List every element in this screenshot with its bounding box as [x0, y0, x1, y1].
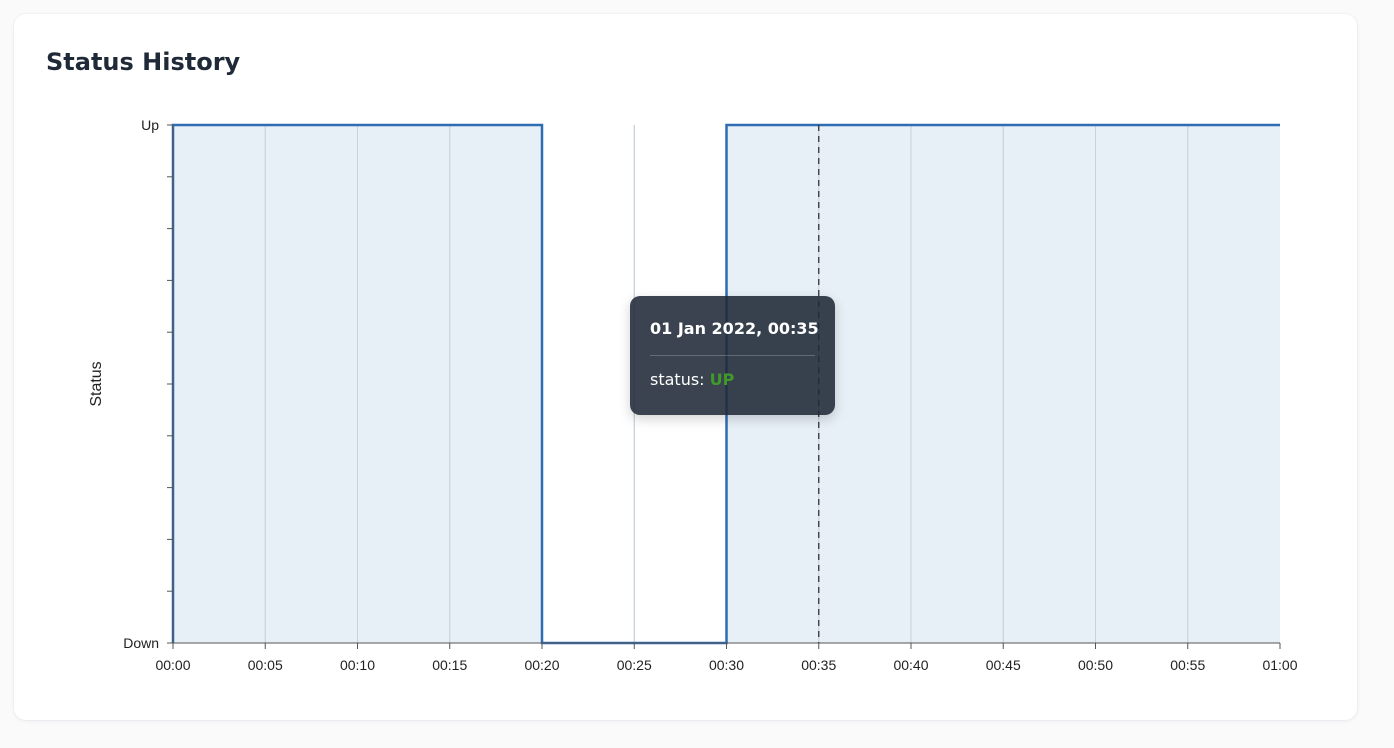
- y-tick-label: Up: [141, 117, 159, 133]
- x-tick-label: 00:45: [986, 657, 1021, 673]
- tooltip-value: UP: [709, 370, 735, 389]
- tooltip-row: status: UP: [650, 370, 735, 389]
- x-tick-label: 01:00: [1262, 657, 1297, 673]
- y-axis-title-group: Status: [88, 361, 105, 406]
- x-tick-label: 00:50: [1078, 657, 1113, 673]
- x-tick-label: 00:55: [1170, 657, 1205, 673]
- x-tick-label: 00:40: [893, 657, 928, 673]
- tooltip-label: status: [650, 370, 700, 389]
- x-tick-label: 00:10: [340, 657, 375, 673]
- status-history-card: Status History Down Up 00:00 00:05 00:10 00:1…: [14, 14, 1357, 720]
- x-tick-label: 00:00: [155, 657, 190, 673]
- chart-tooltip: 01 Jan 2022, 00:35 status: UP: [630, 296, 835, 415]
- x-tick-label: 00:20: [524, 657, 559, 673]
- y-tick-label: Down: [123, 635, 159, 651]
- x-tick-label: 00:30: [709, 657, 744, 673]
- x-tick-label: 00:15: [432, 657, 467, 673]
- tooltip-divider: [650, 355, 815, 356]
- y-axis-title: Status: [88, 361, 105, 406]
- tooltip-title: 01 Jan 2022, 00:35: [650, 319, 819, 338]
- x-tick-label: 00:05: [248, 657, 283, 673]
- x-tick-label: 00:25: [617, 657, 652, 673]
- x-tick-label: 00:35: [801, 657, 836, 673]
